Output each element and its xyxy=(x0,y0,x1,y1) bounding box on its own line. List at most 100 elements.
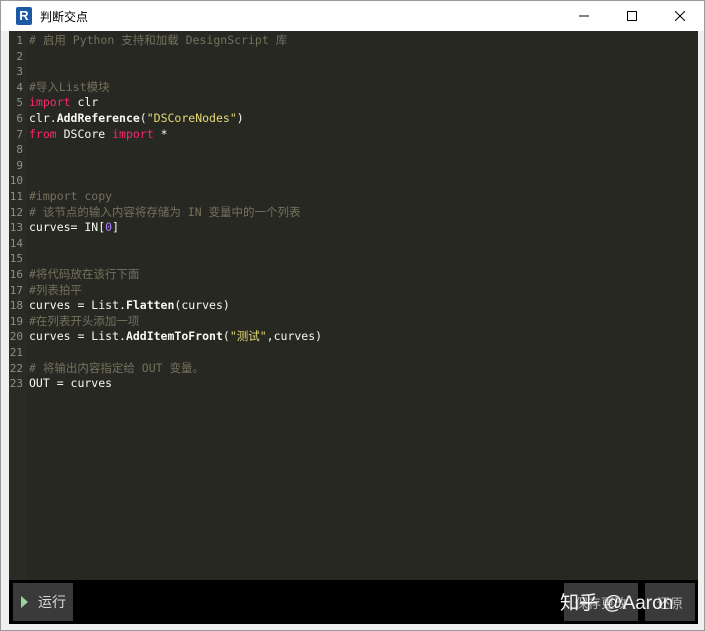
line-number: 17 xyxy=(9,283,23,297)
line-number: 4 xyxy=(16,80,23,94)
code-line[interactable]: 23 OUT = curves xyxy=(9,376,698,392)
code-token: * xyxy=(153,126,168,141)
line-number: 2 xyxy=(16,49,23,63)
code-token: curves= IN[ xyxy=(29,220,106,235)
code-text: # 将输出内容指定给 OUT 变量。 xyxy=(29,361,204,377)
code-editor[interactable]: 1 # 启用 Python 支持和加载 DesignScript 库 2 3 4 #导入L… xyxy=(9,31,698,580)
minimize-icon xyxy=(579,15,589,17)
code-token: ) xyxy=(236,111,244,125)
code-line[interactable]: 22 # 将输出内容指定给 OUT 变量。 xyxy=(9,361,698,377)
code-text: #import copy xyxy=(29,189,112,205)
code-text: #在列表开头添加一项 xyxy=(29,314,139,330)
code-line[interactable]: 20 curves = List.AddItemToFront("测试",curv… xyxy=(9,329,698,345)
close-button[interactable] xyxy=(656,1,704,31)
code-token: #列表拍平 xyxy=(29,282,82,297)
code-line[interactable]: 1 # 启用 Python 支持和加载 DesignScript 库 xyxy=(9,33,698,49)
play-icon xyxy=(21,596,28,608)
line-number: 12 xyxy=(9,205,23,219)
line-number: 18 xyxy=(9,299,23,313)
editor-bottom-bar: 运行 保存更改 还原 xyxy=(9,580,698,624)
run-button-label: 运行 xyxy=(38,595,66,611)
code-token: # 将输出内容指定给 OUT 变量。 xyxy=(29,360,204,375)
code-text: clr.AddReference("DSCoreNodes") xyxy=(29,111,244,127)
code-token: curves = List. xyxy=(29,329,126,344)
code-line[interactable]: 14 xyxy=(9,236,698,252)
minimize-button[interactable] xyxy=(560,1,608,31)
code-token: (curves) xyxy=(174,298,230,313)
code-text: OUT = curves xyxy=(29,376,112,392)
code-token: ] xyxy=(112,220,120,235)
code-token: clr xyxy=(70,95,99,110)
code-token: from xyxy=(29,126,57,141)
code-text: #导入List模块 xyxy=(29,80,110,96)
code-text: #列表拍平 xyxy=(29,283,82,299)
line-number: 15 xyxy=(9,252,23,266)
line-number: 3 xyxy=(16,65,23,79)
code-line[interactable]: 11 #import copy xyxy=(9,189,698,205)
code-line[interactable]: 3 xyxy=(9,64,698,80)
code-line[interactable]: 17 #列表拍平 xyxy=(9,283,698,299)
window-title: 判断交点 xyxy=(40,9,89,24)
code-line[interactable]: 13 curves= IN[0] xyxy=(9,220,698,236)
code-token: #导入List模块 xyxy=(29,79,110,94)
code-token: ( xyxy=(222,329,230,344)
code-text: curves = List.AddItemToFront("测试",curves… xyxy=(29,329,322,345)
code-line[interactable]: 7 from DSCore import * xyxy=(9,127,698,143)
line-number: 21 xyxy=(9,346,23,359)
code-token: ,curves) xyxy=(266,329,323,344)
code-text: #将代码放在该行下面 xyxy=(29,267,139,283)
code-line[interactable]: 6 clr.AddReference("DSCoreNodes") xyxy=(9,111,698,127)
code-token: import xyxy=(112,126,154,141)
close-icon xyxy=(675,11,685,21)
code-token: Flatten xyxy=(125,298,175,313)
code-token: OUT = curves xyxy=(29,376,113,391)
revit-app-icon: R xyxy=(16,7,32,25)
line-number: 7 xyxy=(16,127,23,141)
code-token: # 启用 Python 支持和加载 DesignScript 库 xyxy=(29,33,288,47)
code-text: curves= IN[0] xyxy=(29,220,119,236)
code-line[interactable]: 21 xyxy=(9,345,698,361)
line-number: 22 xyxy=(9,361,23,375)
code-line[interactable]: 19 #在列表开头添加一项 xyxy=(9,314,698,330)
code-text: from DSCore import * xyxy=(29,127,168,143)
code-token: import xyxy=(29,95,71,110)
run-button[interactable]: 运行 xyxy=(13,583,73,621)
title-bar[interactable]: R 判断交点 xyxy=(1,1,704,31)
revert-button-label: 还原 xyxy=(656,596,683,612)
save-changes-button[interactable]: 保存更改 xyxy=(564,583,638,621)
code-text: curves = List.Flatten(curves) xyxy=(29,298,230,314)
code-token: # 该节点的输入内容将存储为 IN 变量中的一个列表 xyxy=(29,204,301,219)
revert-button[interactable]: 还原 xyxy=(645,583,695,621)
code-text: import clr xyxy=(29,95,98,111)
line-number: 10 xyxy=(9,174,23,188)
code-line[interactable]: 9 xyxy=(9,158,698,174)
code-line[interactable]: 8 xyxy=(9,142,698,158)
code-line[interactable]: 2 xyxy=(9,49,698,65)
line-number: 20 xyxy=(9,330,23,344)
code-token: #将代码放在该行下面 xyxy=(29,267,140,281)
python-editor-window: R 判断交点 1 # 启用 Python 支持和加载 DesignScript 库… xyxy=(0,0,705,631)
code-token: #在列表开头添加一项 xyxy=(29,313,140,328)
line-number: 19 xyxy=(9,314,23,328)
line-number: 16 xyxy=(9,268,23,281)
line-number: 1 xyxy=(16,34,23,47)
code-token: "DSCoreNodes" xyxy=(146,111,237,125)
line-number: 23 xyxy=(9,377,23,391)
window-controls xyxy=(560,1,704,31)
code-token: ( xyxy=(139,111,147,125)
code-line[interactable]: 18 curves = List.Flatten(curves) xyxy=(9,298,698,314)
code-token: DSCore xyxy=(56,126,113,141)
code-line[interactable]: 15 xyxy=(9,251,698,267)
line-number: 5 xyxy=(16,96,23,110)
line-number: 9 xyxy=(16,158,23,172)
code-line[interactable]: 12 # 该节点的输入内容将存储为 IN 变量中的一个列表 xyxy=(9,205,698,221)
maximize-button[interactable] xyxy=(608,1,656,31)
code-token: "测试" xyxy=(229,329,267,344)
code-token: AddItemToFront xyxy=(125,329,223,344)
code-line[interactable]: 5 import clr xyxy=(9,95,698,111)
code-line[interactable]: 16 #将代码放在该行下面 xyxy=(9,267,698,283)
line-number: 14 xyxy=(9,236,23,250)
code-line[interactable]: 10 xyxy=(9,173,698,189)
maximize-icon xyxy=(627,11,637,21)
code-line[interactable]: 4 #导入List模块 xyxy=(9,80,698,96)
